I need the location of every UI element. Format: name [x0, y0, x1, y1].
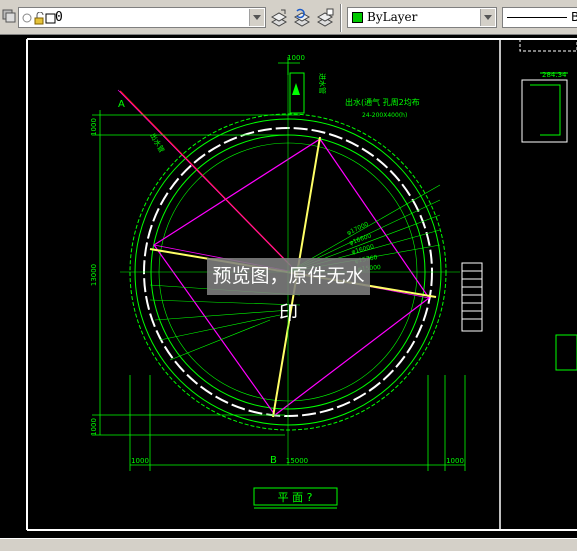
linetype-dropdown[interactable]: B: [502, 7, 577, 28]
ladder: [461, 262, 483, 332]
left-dim-top: 1000: [90, 118, 98, 136]
layer-name: 0: [55, 10, 63, 25]
section-value: 284.34: [542, 71, 567, 79]
note-top: 出水(通气 孔周2均布: [345, 97, 420, 107]
color-label: ByLayer: [367, 10, 418, 24]
layer-states-icon[interactable]: [2, 8, 16, 23]
properties-toolbar: 0 ByLayer B: [0, 0, 577, 35]
layer-previous-icon[interactable]: [292, 8, 312, 28]
section-line-guide: [117, 89, 293, 268]
linetype-preview: [507, 17, 567, 18]
left-dim-bottom: 1000: [90, 418, 98, 436]
bottom-dim-mid: 15000: [286, 457, 308, 465]
vent-label: 进水管: [318, 73, 327, 94]
preview-watermark: 预览图，原件无水印: [207, 258, 370, 324]
note-top-2: 24-200X400(h): [362, 112, 407, 119]
toolbar-separator: [340, 4, 342, 32]
make-object-layer-current-icon[interactable]: [269, 8, 289, 28]
color-dropdown-arrow[interactable]: [480, 9, 495, 26]
color-dropdown[interactable]: ByLayer: [347, 7, 497, 28]
bottom-dim-left: 1000: [131, 457, 149, 465]
top-dimension: 1000: [287, 54, 305, 62]
layer-dropdown[interactable]: 0: [18, 7, 266, 28]
drawing-title: 平 面 ?: [278, 491, 313, 504]
layer-walk-icon[interactable]: [315, 8, 335, 28]
status-strip: [0, 538, 577, 551]
section-detail: [519, 38, 577, 371]
layer-dropdown-arrow[interactable]: [249, 9, 264, 26]
inlet-arrow-icon: [292, 83, 300, 95]
axis-b-bottom: B: [270, 455, 277, 466]
axis-a-top: A: [118, 99, 125, 110]
bottom-dim-right: 1000: [446, 457, 464, 465]
color-swatch: [352, 12, 363, 23]
left-dim-mid: 13000: [90, 264, 98, 286]
linetype-label: B: [571, 10, 577, 24]
